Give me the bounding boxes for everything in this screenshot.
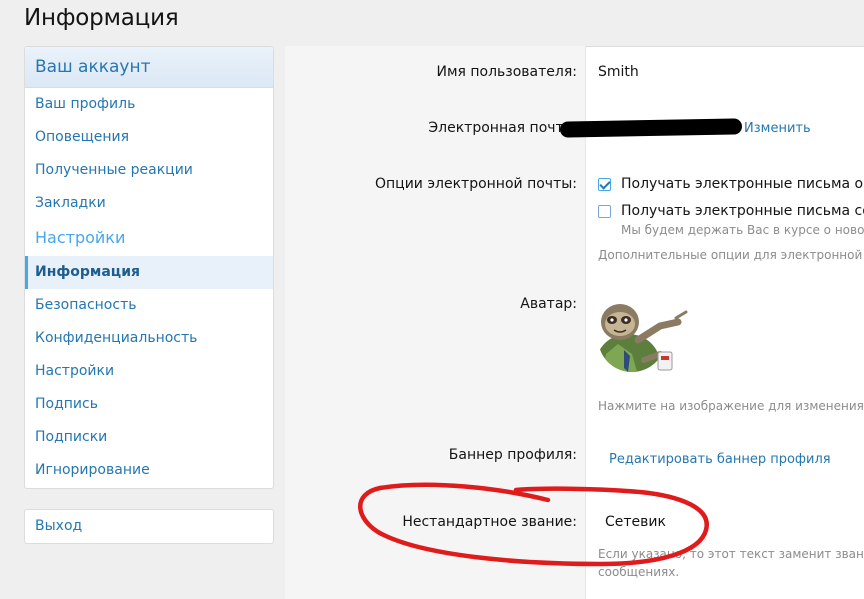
email-options-label: Опции электронной почты: (375, 176, 577, 192)
email-option-1-label[interactable]: Получать электронные письма о но (621, 176, 864, 192)
sidebar-item-following[interactable]: Подписки (25, 421, 273, 454)
sidebar-section-settings: Настройки (35, 228, 126, 247)
avatar-label: Аватар: (520, 296, 577, 312)
sidebar-item-profile[interactable]: Ваш профиль (25, 88, 273, 121)
sidebar-item-information[interactable]: Информация (25, 256, 273, 289)
avatar-hint: Нажмите на изображение для изменения св (598, 399, 864, 413)
sidebar-item-ignoring[interactable]: Игнорирование (25, 454, 273, 487)
email-option-1-checkbox[interactable] (598, 178, 611, 191)
account-sidebar: Ваш аккаунт Ваш профиль Оповещения Получ… (24, 46, 274, 489)
sidebar-item-bookmarks[interactable]: Закладки (25, 187, 273, 220)
logout-button[interactable]: Выход (24, 509, 274, 544)
avatar[interactable] (598, 294, 694, 390)
sidebar-item-signature[interactable]: Подпись (25, 388, 273, 421)
email-option-2-label[interactable]: Получать электронные письма со с (621, 203, 864, 219)
sidebar-item-security[interactable]: Безопасность (25, 289, 273, 322)
email-redaction (559, 118, 743, 138)
username-label: Имя пользователя: (436, 64, 577, 80)
sidebar-item-preferences[interactable]: Настройки (25, 355, 273, 388)
banner-label: Баннер профиля: (448, 447, 577, 463)
email-options-extra-hint: Дополнительные опции для электронной по (598, 248, 864, 262)
custom-title-label: Нестандартное звание: (402, 514, 577, 530)
username-value: Smith (598, 64, 639, 80)
sidebar-item-reactions[interactable]: Полученные реакции (25, 154, 273, 187)
sidebar-item-alerts[interactable]: Оповещения (25, 121, 273, 154)
sidebar-header: Ваш аккаунт (25, 47, 273, 88)
custom-title-hint-line-2: сообщениях. (598, 565, 680, 579)
sidebar-item-privacy[interactable]: Конфиденциальность (25, 322, 273, 355)
edit-banner-link[interactable]: Редактировать баннер профиля (609, 452, 831, 467)
email-option-2-checkbox[interactable] (598, 205, 611, 218)
sloth-avatar-image (598, 304, 688, 372)
custom-title-hint-line-1: Если указано, то этот текст заменит зван… (598, 547, 864, 561)
custom-title-value[interactable]: Сетевик (605, 514, 666, 530)
email-option-2-hint: Мы будем держать Вас в курсе о новом (621, 223, 864, 237)
email-label: Электронная почта: (428, 120, 577, 136)
email-change-link[interactable]: Изменить (744, 121, 811, 136)
page-title: Информация (24, 5, 179, 31)
